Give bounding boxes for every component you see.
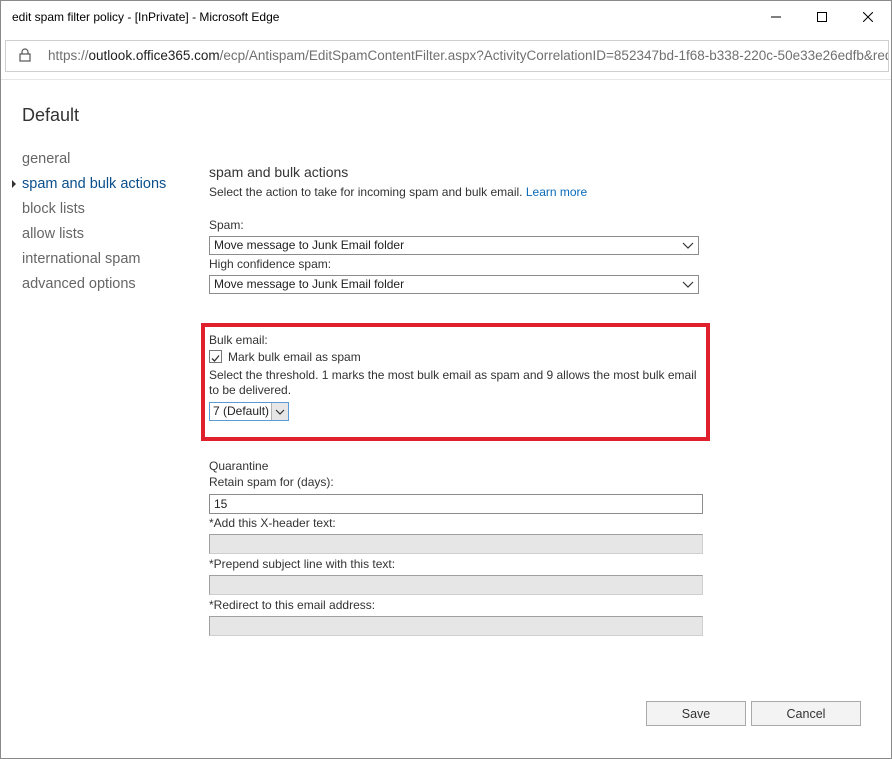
- quarantine-label: Quarantine: [209, 459, 269, 473]
- spam-action-value: Move message to Junk Email folder: [214, 238, 405, 252]
- close-icon: [863, 11, 873, 22]
- learn-more-link[interactable]: Learn more: [526, 185, 587, 199]
- high-confidence-spam-label: High confidence spam:: [209, 257, 332, 271]
- bulk-email-highlight-box: [201, 323, 710, 441]
- spam-label: Spam:: [209, 218, 244, 232]
- prepend-subject-input[interactable]: [209, 575, 703, 595]
- nav-item-allow-lists[interactable]: allow lists: [22, 226, 84, 242]
- cancel-button[interactable]: Cancel: [751, 701, 861, 726]
- section-title: spam and bulk actions: [209, 164, 349, 180]
- url-field[interactable]: https://outlook.office365.com/ecp/Antisp…: [5, 40, 889, 72]
- mark-bulk-email-checkbox[interactable]: [209, 350, 222, 363]
- retain-days-input[interactable]: 15: [209, 494, 703, 514]
- retain-days-value: 15: [214, 497, 228, 511]
- high-confidence-spam-select[interactable]: Move message to Junk Email folder: [209, 275, 699, 294]
- nav-item-spam-and-bulk-actions[interactable]: spam and bulk actions: [22, 176, 166, 192]
- chevron-down-icon: [275, 409, 285, 415]
- section-description: Select the action to take for incoming s…: [209, 185, 587, 199]
- address-bar: https://outlook.office365.com/ecp/Antisp…: [1, 32, 891, 79]
- save-button[interactable]: Save: [646, 701, 746, 726]
- redirect-email-input[interactable]: [209, 616, 703, 636]
- minimize-icon: [771, 16, 781, 17]
- nav-item-advanced-options[interactable]: advanced options: [22, 276, 136, 292]
- threshold-description-line2: to be delivered.: [209, 383, 292, 397]
- threshold-description-line1: Select the threshold. 1 marks the most b…: [209, 368, 697, 382]
- url-path: /ecp/Antispam/EditSpamContentFilter.aspx…: [219, 48, 889, 63]
- url-host: outlook.office365.com: [88, 48, 220, 63]
- maximize-button[interactable]: [799, 1, 845, 32]
- nav-item-international-spam[interactable]: international spam: [22, 251, 141, 267]
- window-title: edit spam filter policy - [InPrivate] - …: [12, 10, 280, 24]
- xheader-input[interactable]: [209, 534, 703, 554]
- nav-item-block-lists[interactable]: block lists: [22, 201, 85, 217]
- content-divider: [1, 79, 891, 80]
- url-prefix: https://: [48, 48, 89, 63]
- checkmark-icon: [211, 355, 220, 362]
- high-confidence-spam-value: Move message to Junk Email folder: [214, 277, 405, 291]
- title-bar: edit spam filter policy - [InPrivate] - …: [1, 1, 891, 32]
- lock-icon[interactable]: [19, 48, 31, 67]
- bulk-threshold-value: 7 (Default): [213, 404, 270, 418]
- prepend-subject-label: *Prepend subject line with this text:: [209, 557, 396, 571]
- close-button[interactable]: [845, 1, 891, 32]
- retain-spam-label: Retain spam for (days):: [209, 475, 334, 489]
- browser-window: edit spam filter policy - [InPrivate] - …: [0, 0, 892, 759]
- maximize-icon: [817, 11, 827, 22]
- page-title: Default: [22, 105, 80, 125]
- redirect-email-label: *Redirect to this email address:: [209, 598, 376, 612]
- spam-action-select[interactable]: Move message to Junk Email folder: [209, 236, 699, 255]
- chevron-down-icon: [682, 278, 694, 292]
- bulk-email-label: Bulk email:: [209, 333, 268, 347]
- xheader-label: *Add this X-header text:: [209, 516, 336, 530]
- chevron-down-icon: [682, 239, 694, 253]
- bulk-threshold-select[interactable]: 7 (Default): [209, 402, 289, 421]
- active-nav-arrow-icon: [12, 180, 16, 188]
- url-text: https://outlook.office365.com/ecp/Antisp…: [48, 48, 889, 63]
- mark-bulk-email-label[interactable]: Mark bulk email as spam: [228, 350, 361, 364]
- nav-item-general[interactable]: general: [22, 151, 70, 167]
- section-description-text: Select the action to take for incoming s…: [209, 185, 523, 199]
- minimize-button[interactable]: [753, 1, 799, 32]
- dropdown-button[interactable]: [271, 403, 288, 420]
